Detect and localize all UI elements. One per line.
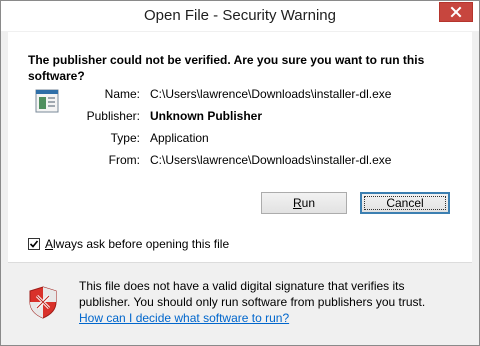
always-ask-option[interactable]: Always ask before opening this file <box>28 237 229 251</box>
application-file-icon <box>35 89 59 113</box>
cancel-button[interactable]: Cancel <box>360 192 450 214</box>
detail-row-type: Type: Application <box>68 127 458 149</box>
detail-value: C:\Users\lawrence\Downloads\installer-dl… <box>150 153 392 167</box>
warning-line-2: publisher. You should only run software … <box>79 295 426 309</box>
checkbox-accesskey: A <box>45 237 54 251</box>
close-button[interactable] <box>439 2 473 22</box>
checkbox-label: lways ask before opening this file <box>53 237 230 251</box>
detail-row-name: Name: C:\Users\lawrence\Downloads\instal… <box>68 83 458 105</box>
detail-value: Unknown Publisher <box>150 109 263 123</box>
title-bar: Open File - Security Warning <box>1 1 479 31</box>
close-icon <box>450 6 462 18</box>
checkmark-icon <box>29 240 39 248</box>
detail-label: Publisher: <box>86 109 140 123</box>
run-button-accesskey: R <box>292 196 302 210</box>
always-ask-checkbox[interactable] <box>28 238 40 250</box>
detail-row-from: From: C:\Users\lawrence\Downloads\instal… <box>68 149 458 171</box>
window-title: Open File - Security Warning <box>143 7 336 24</box>
help-link[interactable]: How can I decide what software to run? <box>79 310 469 326</box>
detail-label: Type: <box>110 131 140 145</box>
run-button-label: un <box>301 196 316 210</box>
run-button[interactable]: Run <box>261 192 347 214</box>
detail-value: C:\Users\lawrence\Downloads\installer-dl… <box>150 87 392 101</box>
security-warning-dialog: Open File - Security Warning The publish… <box>0 0 480 346</box>
shield-error-icon <box>29 286 57 319</box>
focus-rectangle <box>364 196 446 210</box>
warning-line-1: This file does not have a valid digital … <box>79 279 405 293</box>
warning-message: This file does not have a valid digital … <box>79 278 469 326</box>
main-panel: The publisher could not be verified. Are… <box>8 32 472 262</box>
warning-headline: The publisher could not be verified. Are… <box>28 53 425 83</box>
detail-label: From: <box>108 153 140 167</box>
divider <box>8 262 472 263</box>
detail-row-publisher: Publisher: Unknown Publisher <box>68 105 458 127</box>
detail-label: Name: <box>104 87 140 101</box>
file-details: Name: C:\Users\lawrence\Downloads\instal… <box>68 83 458 171</box>
detail-value: Application <box>150 131 209 145</box>
